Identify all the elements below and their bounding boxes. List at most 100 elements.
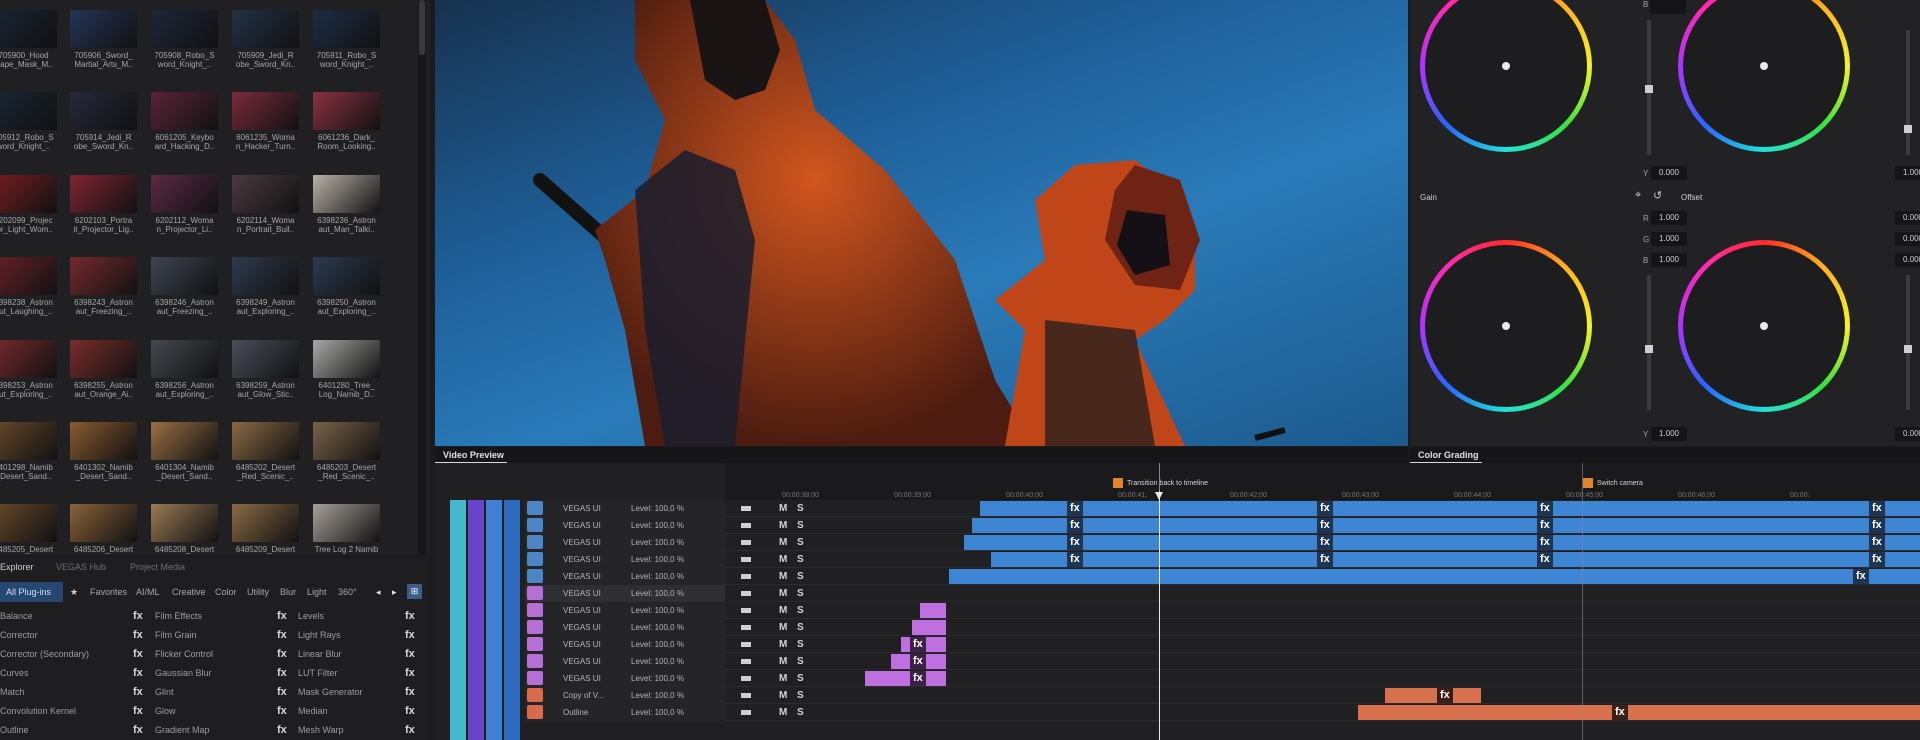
media-thumbnail[interactable]: 6485208_Desert	[151, 504, 218, 555]
solo-button[interactable]: S	[797, 520, 804, 531]
video-clip[interactable]: fx	[901, 637, 946, 652]
video-clip[interactable]	[912, 620, 946, 635]
category-all-plugins[interactable]: All Plug-ins	[0, 582, 63, 602]
media-thumbnail[interactable]: 6202103_Portra it_Projector_Lig..	[70, 175, 137, 236]
clip-fx-badge[interactable]: fx	[1869, 501, 1885, 516]
clip-fx-badge[interactable]: fx	[1067, 552, 1083, 567]
media-thumbnail[interactable]: 6398256_Astron aut_Exploring_..	[151, 340, 218, 401]
track-slider-knob[interactable]	[741, 642, 751, 647]
media-thumbnail[interactable]: 6398255_Astron aut_Orange_Ai..	[70, 340, 137, 401]
clip-fx-badge[interactable]: fx	[1067, 518, 1083, 533]
media-thumbnail[interactable]: 6401280_Tree_ Log_Namib_D..	[313, 340, 380, 401]
track-level[interactable]: Level: 100,0 %	[631, 504, 684, 513]
plugin-item[interactable]: Glow	[155, 703, 176, 719]
solo-button[interactable]: S	[797, 639, 804, 650]
crosshair-icon[interactable]: ⌖	[1635, 189, 1641, 202]
track-slider-knob[interactable]	[741, 574, 751, 579]
clip-fx-badge[interactable]: fx	[1317, 552, 1333, 567]
track-slider-knob[interactable]	[741, 591, 751, 596]
media-thumbnail[interactable]: 6485205_Desert	[0, 504, 57, 555]
solo-button[interactable]: S	[797, 503, 804, 514]
media-thumbnail[interactable]: 6061205_Keybo ard_Hacking_D..	[151, 92, 218, 153]
track-level[interactable]: Level: 100,0 %	[631, 589, 684, 598]
clip-fx-badge[interactable]: fx	[1317, 501, 1333, 516]
mute-button[interactable]: M	[779, 537, 787, 548]
media-thumbnail[interactable]: 6202099_Projec tor_Light_Wom..	[0, 175, 57, 236]
media-thumbnail[interactable]: 6398259_Astron aut_Glow_Stic..	[232, 340, 299, 401]
media-thumbnail[interactable]: 6398250_Astron aut_Exploring_..	[313, 257, 380, 318]
mute-button[interactable]: M	[779, 554, 787, 565]
mute-button[interactable]: M	[779, 622, 787, 633]
category-favorites[interactable]: Favorites	[90, 582, 127, 602]
plugin-item[interactable]: Film Effects	[155, 608, 202, 624]
clip-fx-badge[interactable]: fx	[1853, 569, 1869, 584]
clip-fx-badge[interactable]: fx	[910, 671, 926, 686]
track-slider-knob[interactable]	[741, 659, 751, 664]
lift-color-wheel[interactable]	[1420, 0, 1592, 152]
media-thumbnail[interactable]: 6485209_Desert	[232, 504, 299, 555]
plugin-item[interactable]: Median	[298, 703, 328, 719]
mute-button[interactable]: M	[779, 571, 787, 582]
track-header[interactable]: VEGAS UI Level: 100,0 % M S	[525, 653, 804, 670]
track-slider-knob[interactable]	[741, 523, 751, 528]
track-header[interactable]: VEGAS UI Level: 100,0 % M S	[525, 602, 804, 619]
track-header[interactable]: VEGAS UI Level: 100,0 % M S	[525, 568, 804, 585]
mute-button[interactable]: M	[779, 503, 787, 514]
video-clip[interactable]: fx fx fx fx	[972, 518, 1920, 533]
media-thumbnail[interactable]: 6061235_Woma n_Hacker_Turn..	[232, 92, 299, 153]
plugin-item[interactable]: Convolution Kernel	[0, 703, 76, 719]
grid-view-icon[interactable]: ⊞	[407, 584, 422, 599]
track-level[interactable]: Level: 100,0 %	[631, 538, 684, 547]
gamma-color-wheel[interactable]	[1678, 0, 1850, 152]
offset-b-value[interactable]: 0.000	[1895, 253, 1920, 267]
video-clip[interactable]: fx	[865, 671, 946, 686]
solo-button[interactable]: S	[797, 554, 804, 565]
plugin-item[interactable]: Corrector	[0, 627, 38, 643]
clip-fx-badge[interactable]: fx	[1537, 501, 1553, 516]
media-thumbnail[interactable]: 6401302_Namib _Desert_Sand..	[70, 422, 137, 483]
plugin-item[interactable]: Linear Blur	[298, 646, 342, 662]
mute-button[interactable]: M	[779, 520, 787, 531]
track-level[interactable]: Level: 100,0 %	[631, 691, 684, 700]
track-header[interactable]: VEGAS UI Level: 100,0 % M S	[525, 619, 804, 636]
plugin-item[interactable]: Gaussian Blur	[155, 665, 212, 681]
gain-y-value[interactable]: 1.000	[1651, 427, 1687, 441]
track-slider-knob[interactable]	[741, 608, 751, 613]
track-header[interactable]: VEGAS UI Level: 100,0 % M S	[525, 551, 804, 568]
media-thumbnail[interactable]: 6485206_Desert	[70, 504, 137, 555]
media-thumbnail[interactable]: 705900_Hood Cape_Mask_M..	[0, 10, 57, 71]
media-bin-scrollbar[interactable]	[418, 0, 426, 555]
media-thumbnail[interactable]: 6202112_Woma n_Projector_Li..	[151, 175, 218, 236]
arrow-left-icon[interactable]: ◂	[376, 582, 381, 602]
track-slider-knob[interactable]	[741, 540, 751, 545]
mute-button[interactable]: M	[779, 673, 787, 684]
solo-button[interactable]: S	[797, 605, 804, 616]
track-level[interactable]: Level: 100,0 %	[631, 555, 684, 564]
track-level[interactable]: Level: 100,0 %	[631, 623, 684, 632]
track-header[interactable]: Copy of V... Level: 100,0 % M S	[525, 687, 804, 704]
video-clip[interactable]: fx fx fx fx	[980, 501, 1920, 516]
clip-fx-badge[interactable]: fx	[1537, 552, 1553, 567]
plugin-item[interactable]: Film Grain	[155, 627, 197, 643]
media-thumbnail[interactable]: 6398238_Astron aut_Laughing_..	[0, 257, 57, 318]
mute-button[interactable]: M	[779, 690, 787, 701]
plugin-item[interactable]: Glint	[155, 684, 174, 700]
lift-y-value[interactable]: 0.000	[1651, 166, 1687, 180]
track-slider-knob[interactable]	[741, 625, 751, 630]
category-blur[interactable]: Blur	[280, 582, 296, 602]
media-thumbnail[interactable]: 6202114_Woma n_Portrait_Buil..	[232, 175, 299, 236]
offset-y-value[interactable]: 0.000	[1895, 427, 1920, 441]
gain-color-wheel[interactable]	[1420, 240, 1592, 412]
tab-vegas-hub[interactable]: VEGAS Hub	[56, 562, 106, 572]
clip-fx-badge[interactable]: fx	[1537, 518, 1553, 533]
clip-fx-badge[interactable]: fx	[1067, 501, 1083, 516]
clip-fx-badge[interactable]: fx	[1067, 535, 1083, 550]
track-slider-knob[interactable]	[741, 693, 751, 698]
track-slider-knob[interactable]	[741, 676, 751, 681]
media-thumbnail[interactable]: 705911_Robo_S word_Knight_..	[313, 10, 380, 71]
solo-button[interactable]: S	[797, 656, 804, 667]
mute-button[interactable]: M	[779, 707, 787, 718]
solo-button[interactable]: S	[797, 588, 804, 599]
track-header[interactable]: Outline Level: 100,0 % M S	[525, 704, 804, 721]
clip-fx-badge[interactable]: fx	[1869, 552, 1885, 567]
